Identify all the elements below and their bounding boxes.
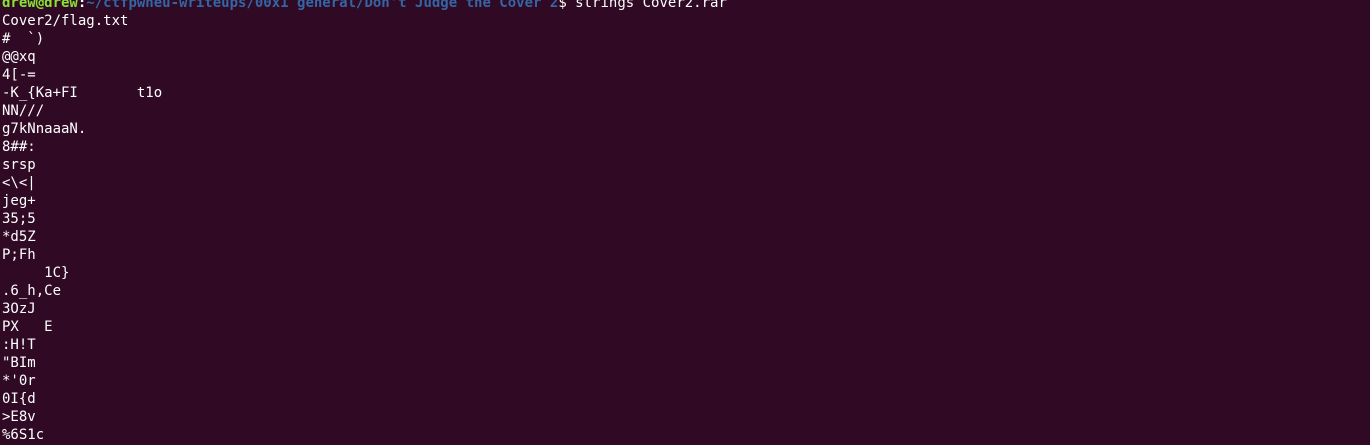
output-line: 4[-= [2,67,36,83]
output-line: 0I{d [2,391,36,407]
output-line: 1C} [2,265,70,281]
output-line: *'0r [2,373,36,389]
output-line: "BIm [2,355,36,371]
output-line: # `) [2,31,45,47]
prompt-user-host: drew@drew [2,0,78,11]
output-line: >E8v [2,409,36,425]
output-line: -K_{Ka+FI t1o [2,85,163,101]
output-line: jeg+ [2,193,36,209]
output-line: P;Fh [2,247,36,263]
output-line: PX E [2,319,53,335]
prompt-line: drew@drew:~/ctfpwneu-writeups/00x1 gener… [2,0,727,12]
prompt-path: ~/ctfpwneu-writeups/00x1 general/Don't J… [86,0,559,11]
output-line: 8##: [2,139,36,155]
output-line: .6_h,Ce [2,283,62,299]
terminal-window[interactable]: drew@drew:~/ctfpwneu-writeups/00x1 gener… [0,0,1370,445]
output-line: srsp [2,157,36,173]
output-line: <\<| [2,175,36,191]
terminal-output-area: drew@drew:~/ctfpwneu-writeups/00x1 gener… [2,0,727,444]
output-line: Cover2/flag.txt [2,13,129,29]
output-line: *d5Z [2,229,36,245]
output-line: 3OzJ [2,301,36,317]
output-line: g7kNnaaaN. [2,121,87,137]
prompt-command: strings Cover2.rar [566,0,727,11]
prompt-symbol: $ [558,0,567,11]
output-line: 35;5 [2,211,36,227]
output-line: @@xq [2,49,36,65]
output-line: :H!T [2,337,36,353]
output-line: NN/// [2,103,45,119]
output-line: %6S1c [2,427,45,443]
